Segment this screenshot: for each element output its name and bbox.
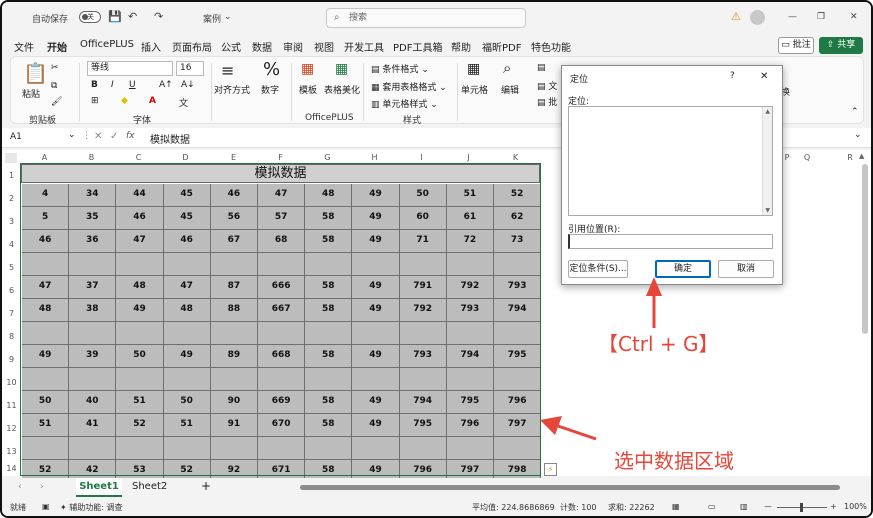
normal-view-icon[interactable]: ▦ xyxy=(672,502,680,511)
status-average: 平均值: 224.8686869 xyxy=(472,503,555,512)
zoom-in-icon[interactable]: + xyxy=(830,502,837,511)
tab-sheet1[interactable]: Sheet1 xyxy=(76,478,122,497)
zoom-thumb[interactable] xyxy=(800,503,803,512)
zoom-out-icon[interactable]: — xyxy=(764,502,772,511)
accessibility-text: 辅助功能: 调查 xyxy=(69,503,123,512)
status-bar: 就绪 ▣ ✦ 辅助功能: 调查 平均值: 224.8686869 计数: 100… xyxy=(2,499,871,516)
add-sheet-button[interactable]: + xyxy=(201,479,211,493)
accessibility-icon: ✦ xyxy=(60,503,67,512)
macro-icon[interactable]: ▣ xyxy=(42,502,50,511)
shortcut-annotation: 【Ctrl + G】 xyxy=(598,332,719,356)
prev-sheet-icon[interactable]: ‹ xyxy=(18,482,22,492)
excel-window: 自动保存 关 💾 ↶ ↷ 案例 ⌄ ⌕ 搜索 ⚠ — ❐ ✕ 文件 开始 Off… xyxy=(0,0,873,518)
status-ready: 就绪 xyxy=(10,503,26,512)
page-break-icon[interactable]: ▥ xyxy=(740,502,748,511)
annotation-arrows xyxy=(540,277,662,441)
sheet-tab-bar: ‹ › Sheet1 Sheet2 + xyxy=(2,478,871,498)
zoom-level[interactable]: 100% xyxy=(844,502,867,511)
next-sheet-icon[interactable]: › xyxy=(40,482,44,492)
horizontal-scrollbar[interactable] xyxy=(300,485,840,490)
accessibility-status[interactable]: ✦ 辅助功能: 调查 xyxy=(60,502,123,513)
select-region-annotation: 选中数据区域 xyxy=(614,449,734,473)
page-layout-icon[interactable]: ▭ xyxy=(708,502,716,511)
arrow-up-head xyxy=(646,277,662,296)
status-count: 计数: 100 xyxy=(560,503,597,512)
tab-sheet2[interactable]: Sheet2 xyxy=(132,481,167,492)
status-sum: 求和: 22262 xyxy=(608,503,655,512)
arrow-left-line xyxy=(557,424,597,441)
